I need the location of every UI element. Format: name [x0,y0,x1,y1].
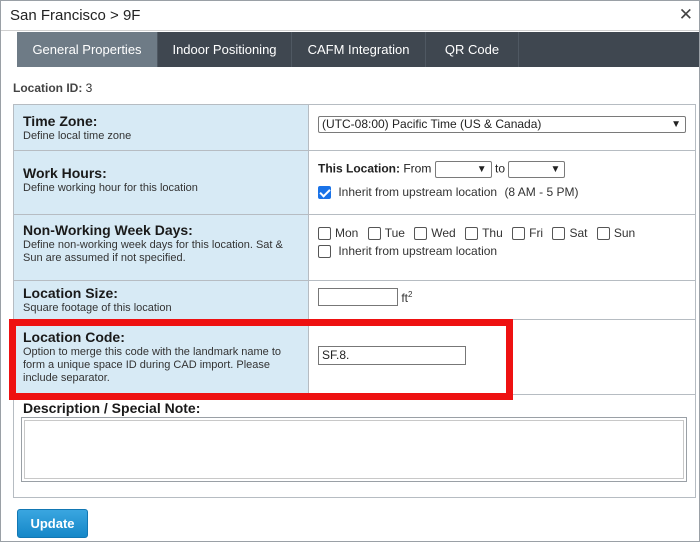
non-working-row: Non-Working Week Days: Define non-workin… [14,215,695,281]
inherit-hours-label: Inherit from upstream location [338,185,498,199]
day-fri-label: Fri [529,225,544,240]
window-title: San Francisco > 9F [10,7,141,24]
location-id-value: 3 [85,81,93,95]
inherit-hours-range: (8 AM - 5 PM) [504,185,579,199]
day-wed-label: Wed [431,225,456,240]
day-thu-checkbox[interactable] [465,226,479,240]
dialog-window: San Francisco > 9F ✕ General Properties … [0,0,700,542]
work-hours-label-cell: Work Hours: Define working hour for this… [14,151,309,214]
day-mon-label: Mon [335,225,359,240]
non-working-title: Non-Working Week Days: [23,222,193,238]
tab-cafm-integration[interactable]: CAFM Integration [292,32,426,67]
location-code-input[interactable]: SF.8. [318,346,466,365]
from-label: From [403,161,432,176]
location-code-value-cell: SF.8. [310,320,695,394]
location-size-unit: ft2 [401,289,413,305]
location-size-label-cell: Location Size: Square footage of this lo… [14,281,309,319]
description-row: Description / Special Note: [14,395,695,497]
close-icon[interactable]: ✕ [679,5,693,25]
day-tue[interactable]: Tue [367,225,405,240]
day-mon-checkbox[interactable] [318,226,331,240]
inherit-days-line: Inherit from upstream location [318,243,687,259]
time-zone-row: Time Zone: Define local time zone (UTC-0… [14,105,695,151]
location-code-desc: Option to merge this code with the landm… [23,346,282,384]
day-fri-checkbox[interactable] [512,226,526,240]
day-tue-label: Tue [384,225,405,240]
day-sat-label: Sat [569,225,588,240]
non-working-label-cell: Non-Working Week Days: Define non-workin… [14,215,309,280]
inherit-hours-line: Inherit from upstream location (8 AM - 5… [318,185,687,200]
day-fri[interactable]: Fri [512,226,543,240]
time-zone-title: Time Zone: [23,113,98,129]
work-hours-line: This Location: From ▼ to ▼ [318,161,687,178]
title-bar: San Francisco > 9F ✕ [1,1,699,31]
properties-grid: Time Zone: Define local time zone (UTC-0… [13,104,696,498]
time-zone-select[interactable]: (UTC-08:00) Pacific Time (US & Canada) ▼ [318,116,686,133]
tab-indoor-positioning[interactable]: Indoor Positioning [158,32,292,67]
work-hours-title: Work Hours: [23,165,107,181]
day-wed-checkbox[interactable] [414,226,428,240]
description-textarea[interactable] [21,417,687,482]
location-code-title: Location Code: [23,329,125,345]
location-id-label: Location ID: [13,81,83,95]
location-size-input[interactable] [318,288,398,306]
tab-qr-code[interactable]: QR Code [426,32,519,67]
location-code-label-cell: Location Code: Option to merge this code… [14,320,309,394]
inherit-days-label: Inherit from upstream location [338,243,498,258]
time-zone-value-cell: (UTC-08:00) Pacific Time (US & Canada) ▼ [310,105,695,150]
day-sun[interactable]: Sun [596,225,636,240]
day-wed[interactable]: Wed [414,225,456,240]
unit-superscript: 2 [408,289,413,299]
non-working-value-cell: Mon Tue Wed Thu Fri Sat Sun Inherit from… [310,215,695,280]
weekday-checkboxes: Mon Tue Wed Thu Fri Sat Sun [318,225,687,240]
update-button[interactable]: Update [17,509,88,538]
inherit-days-checkbox[interactable] [318,245,331,259]
chevron-down-icon: ▼ [550,164,561,175]
location-code-row: Location Code: Option to merge this code… [14,320,695,395]
time-zone-desc: Define local time zone [23,130,132,142]
unit-ft: ft [401,290,409,305]
location-size-value-cell: ft2 [310,281,695,319]
location-size-row: Location Size: Square footage of this lo… [14,281,695,320]
day-sun-checkbox[interactable] [596,226,610,240]
tab-general-properties[interactable]: General Properties [17,32,158,67]
chevron-down-icon: ▼ [476,164,487,175]
location-size-desc: Square footage of this location [23,302,172,314]
work-hours-value-cell: This Location: From ▼ to ▼ Inherit from … [310,151,695,214]
day-sat-checkbox[interactable] [552,226,566,240]
chevron-down-icon: ▼ [671,119,681,130]
time-zone-selected: (UTC-08:00) Pacific Time (US & Canada) [322,117,542,131]
work-hours-row: Work Hours: Define working hour for this… [14,151,695,215]
inherit-hours-checkbox[interactable] [318,186,331,200]
to-label: to [495,161,506,176]
from-hour-select[interactable]: ▼ [434,161,492,178]
work-hours-desc: Define working hour for this location [23,182,198,194]
day-tue-checkbox[interactable] [367,226,381,240]
time-zone-label-cell: Time Zone: Define local time zone [14,105,309,150]
tab-bar: General Properties Indoor Positioning CA… [17,32,699,67]
location-id: Location ID: 3 [13,81,92,95]
location-size-title: Location Size: [23,285,118,301]
to-hour-select[interactable]: ▼ [508,161,566,178]
this-location-label: This Location: [318,161,400,176]
day-sun-label: Sun [613,225,636,240]
day-sat[interactable]: Sat [552,226,587,240]
day-thu[interactable]: Thu [465,226,503,240]
day-thu-label: Thu [482,225,503,240]
description-title: Description / Special Note: [23,400,201,416]
non-working-desc: Define non-working week days for this lo… [23,239,283,264]
day-mon[interactable]: Mon [318,226,358,240]
